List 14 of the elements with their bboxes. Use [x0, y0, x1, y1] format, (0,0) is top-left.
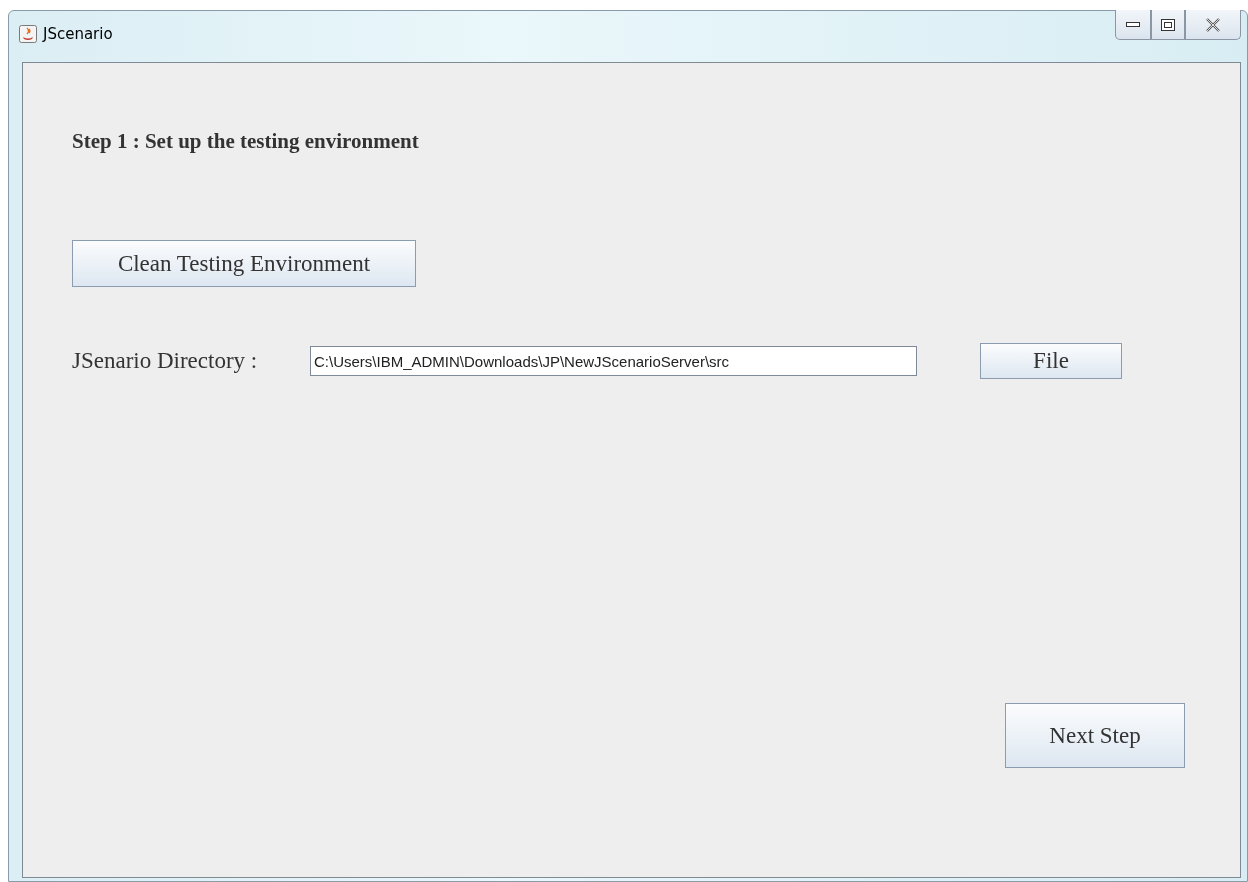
file-button[interactable]: File — [980, 343, 1122, 379]
maximize-button[interactable] — [1151, 10, 1185, 40]
step-heading: Step 1 : Set up the testing environment — [72, 129, 420, 154]
window-title: JScenario — [43, 25, 113, 43]
directory-label: JSenario Directory : — [72, 348, 259, 374]
minimize-icon — [1126, 21, 1140, 28]
maximize-icon — [1161, 18, 1175, 31]
close-icon — [1205, 17, 1221, 32]
clean-environment-button[interactable]: Clean Testing Environment — [72, 240, 416, 287]
next-step-button[interactable]: Next Step — [1005, 703, 1185, 768]
close-button[interactable] — [1185, 10, 1241, 40]
minimize-button[interactable] — [1115, 10, 1151, 40]
directory-field[interactable]: C:\Users\IBM_ADMIN\Downloads\JP\NewJScenarioServer\src — [310, 346, 917, 376]
app-icon — [19, 25, 37, 43]
